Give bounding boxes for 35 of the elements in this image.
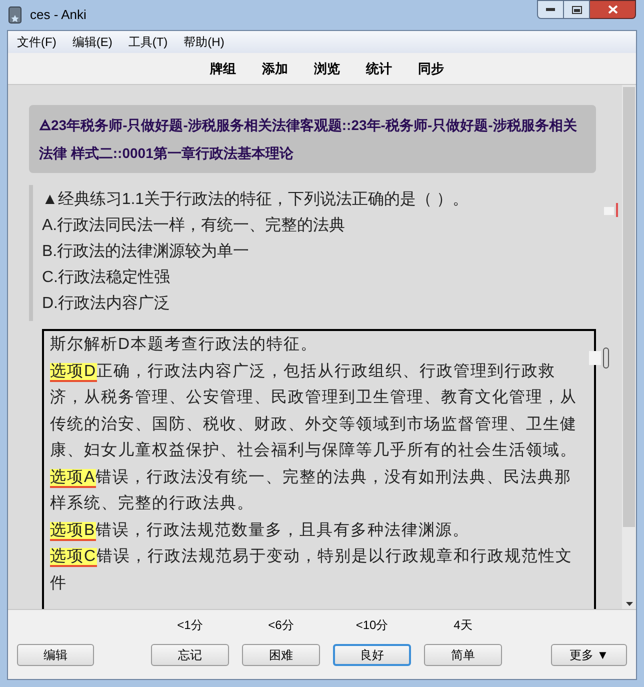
answer-button[interactable]: 简单 <box>424 644 502 666</box>
toolbar-link[interactable]: 同步 <box>418 58 444 78</box>
scroll-down-icon[interactable] <box>626 602 632 606</box>
interval-label: <1分 <box>177 617 203 634</box>
maximize-button[interactable] <box>564 0 590 19</box>
edit-button[interactable]: 编辑 <box>17 644 94 666</box>
window-title: ces - Anki <box>30 6 86 24</box>
minimize-button[interactable] <box>537 0 564 19</box>
toolbar-link[interactable]: 统计 <box>366 58 392 78</box>
scroll-marker-icon <box>588 347 610 369</box>
toolbar-link[interactable]: 添加 <box>262 58 288 78</box>
answer-paragraph: 斯尔解析D本题考查行政法的特征。 <box>50 334 319 355</box>
interval-label: <6分 <box>268 617 294 634</box>
close-button[interactable] <box>590 0 636 19</box>
interval-label: 4天 <box>454 617 472 634</box>
toolbar-link[interactable]: 浏览 <box>314 58 340 78</box>
close-icon <box>608 5 618 14</box>
deck-path: 🜁23年税务师-只做好题-涉税服务相关法律客观题::23年-税务师-只做好题-涉税服务相关法律 样式二::0001第一章行政法基本理论 <box>29 105 596 173</box>
menu-item[interactable]: 帮助(H) <box>184 33 224 51</box>
answer-button[interactable]: 良好 <box>333 644 411 666</box>
scrollbar[interactable] <box>622 85 636 609</box>
menu-item[interactable]: 文件(F) <box>17 33 56 51</box>
menu-item[interactable]: 编辑(E) <box>72 33 112 51</box>
answer-button[interactable]: 困难 <box>242 644 320 666</box>
more-button[interactable]: 更多 ▼ <box>551 644 627 666</box>
app-icon <box>8 6 22 24</box>
answer-button[interactable]: 忘记 <box>151 644 229 666</box>
menu-item[interactable]: 工具(T) <box>128 33 168 51</box>
interval-label: <10分 <box>356 617 388 634</box>
scrollbar-thumb[interactable] <box>623 87 635 527</box>
toolbar-link[interactable]: 牌组 <box>210 58 236 78</box>
marker-icon <box>604 203 618 217</box>
question-block: ▲经典练习1.1关于行政法的特征，下列说法正确的是（ ）。 A.行政法同民法一样，有统一、完整的法典 B.行政法的法律渊源较为单一 C.行政法稳定性强 D.行政法内容广泛 <box>29 185 596 321</box>
maximize-icon <box>572 6 582 14</box>
minimize-icon <box>546 8 555 11</box>
